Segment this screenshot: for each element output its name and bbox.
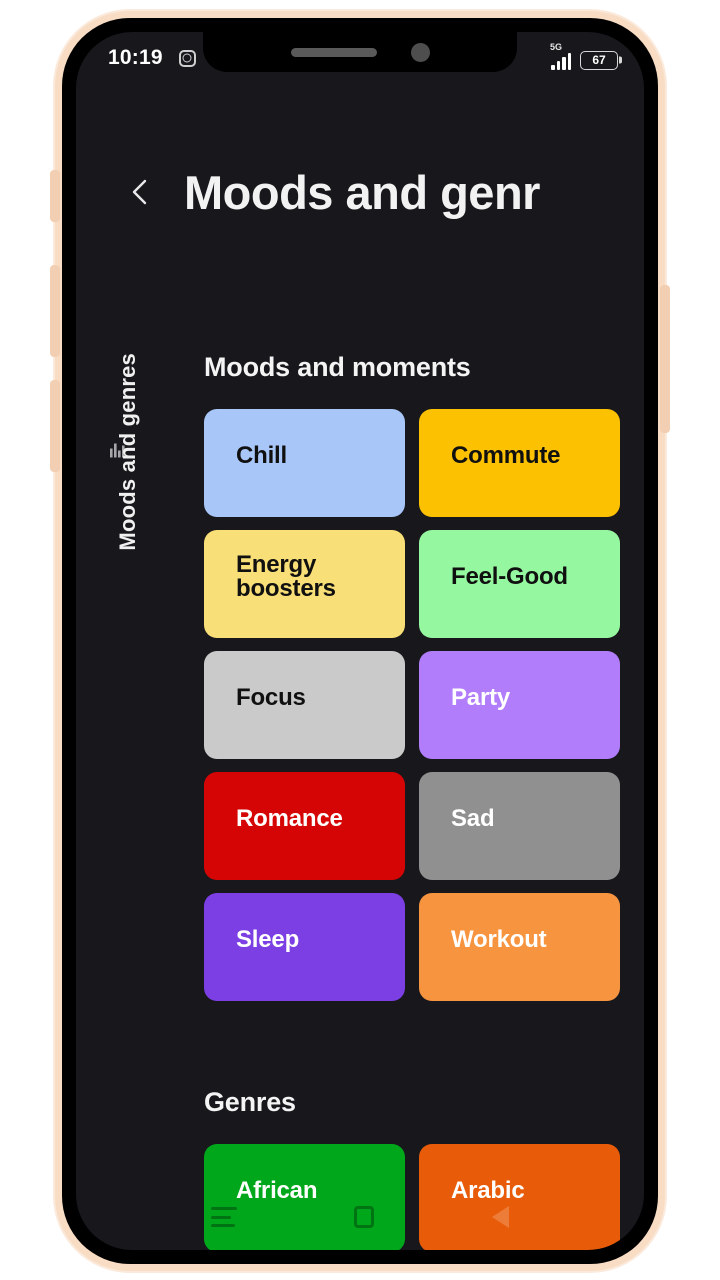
recent-apps-icon[interactable] — [210, 1207, 237, 1227]
battery-level-label: 67 — [592, 53, 606, 67]
card-label: Focus — [236, 684, 306, 711]
mood-card-party[interactable]: Party — [419, 651, 620, 759]
signal-strength-icon: 5G — [550, 42, 571, 70]
phone-screen: 10:19 5G 67 Moods and genr Moods and gen… — [76, 32, 644, 1250]
earpiece-speaker — [290, 47, 377, 57]
volume-down-button[interactable] — [50, 380, 60, 472]
card-label: Chill — [236, 442, 287, 469]
card-label: Sleep — [236, 926, 300, 953]
status-bar-left: 10:19 — [108, 46, 196, 70]
page-title: Moods and genr — [184, 165, 540, 219]
card-label: Romance — [236, 805, 343, 832]
mood-card-sad[interactable]: Sad — [419, 772, 620, 880]
card-label: Party — [451, 684, 511, 711]
mood-card-feel-good[interactable]: Feel-Good — [419, 530, 620, 638]
power-button[interactable] — [660, 285, 670, 433]
vertical-category-rail[interactable]: Moods and genres — [96, 302, 160, 602]
rail-label: Moods and genres — [115, 353, 140, 551]
app-header: Moods and genr — [76, 144, 644, 240]
card-label: Workout — [451, 926, 547, 953]
mute-switch-button[interactable] — [50, 170, 60, 222]
volume-up-button[interactable] — [50, 265, 60, 357]
chevron-left-icon[interactable] — [124, 175, 158, 209]
moods-card-grid: Chill Commute Energy boosters Feel-Good … — [186, 409, 620, 1001]
mood-card-commute[interactable]: Commute — [419, 409, 620, 517]
genres-card-grid: African Arabic Bengali Bhojpuri — [186, 1144, 620, 1250]
mood-card-romance[interactable]: Romance — [204, 772, 405, 880]
mood-card-workout[interactable]: Workout — [419, 893, 620, 1001]
card-label: Feel-Good — [451, 563, 568, 590]
back-triangle-icon[interactable] — [492, 1206, 510, 1228]
status-bar-right: 5G 67 — [550, 42, 618, 70]
front-camera — [410, 42, 430, 62]
section-heading-moods: Moods and moments — [204, 352, 471, 382]
status-clock: 10:19 — [108, 46, 163, 69]
mood-card-sleep[interactable]: Sleep — [204, 893, 405, 1001]
home-icon[interactable] — [354, 1206, 375, 1228]
mood-card-chill[interactable]: Chill — [204, 409, 405, 517]
mood-card-energy-boosters[interactable]: Energy boosters — [204, 530, 405, 638]
mood-card-focus[interactable]: Focus — [204, 651, 405, 759]
card-label: Commute — [451, 442, 561, 469]
card-label: Energy boosters — [236, 551, 336, 602]
notch — [203, 32, 517, 72]
genre-card-arabic[interactable]: Arabic — [419, 1144, 620, 1250]
card-label: African — [236, 1177, 318, 1204]
signal-bars-icon — [551, 52, 571, 70]
network-type-label: 5G — [550, 41, 563, 52]
section-heading-genres: Genres — [204, 1087, 296, 1117]
instagram-icon — [178, 49, 196, 67]
card-label: Sad — [451, 805, 495, 832]
battery-icon: 67 — [580, 50, 618, 70]
category-scroll-area[interactable]: Moods and moments Chill Commute Energy b… — [76, 240, 644, 1250]
card-label: Arabic — [451, 1177, 525, 1204]
screenshot-root: 10:19 5G 67 Moods and genr Moods and gen… — [0, 0, 720, 1280]
genre-card-african[interactable]: African — [204, 1144, 405, 1250]
